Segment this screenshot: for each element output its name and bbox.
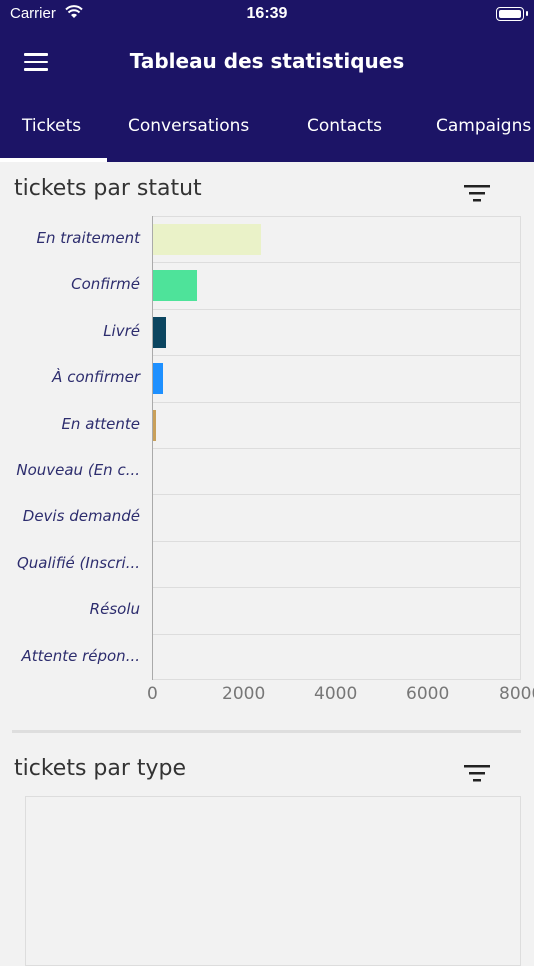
card-title: tickets par type [14, 756, 187, 781]
battery-icon [496, 7, 524, 21]
grid-line [152, 448, 521, 449]
page-title: Tableau des statistiques [129, 49, 405, 73]
grid-line [152, 540, 521, 542]
grid-line [152, 587, 521, 589]
grid-line [152, 633, 521, 635]
y-tick-label: Confirmé [71, 275, 140, 294]
bar[interactable] [153, 224, 262, 255]
grid-line [152, 494, 521, 496]
filter-icon[interactable] [464, 764, 490, 788]
y-tick-label: En attente [61, 414, 140, 433]
grid-line [152, 308, 521, 310]
app-bar: Tableau des statistiques [0, 28, 534, 96]
x-tick-label: 4000 [314, 684, 358, 704]
tickets-by-type-card: tickets par type [0, 742, 534, 966]
tab-contacts[interactable]: Contacts [307, 116, 382, 136]
clock: 16:39 [246, 5, 288, 22]
x-tick-label: 8000 [499, 684, 534, 704]
bar[interactable] [153, 270, 198, 302]
grid-line [152, 401, 521, 403]
x-tick-label: 0 [147, 684, 158, 704]
tab-tickets[interactable]: Tickets [22, 116, 81, 136]
tab-conversations[interactable]: Conversations [128, 116, 249, 136]
bar[interactable] [153, 409, 156, 441]
type-chart-area [25, 796, 521, 966]
status-bar-chart: En traitement Confirmé Livré À confirmer En … [0, 162, 534, 722]
y-tick-label: Résolu [89, 600, 140, 619]
y-tick-label: En traitement [36, 229, 141, 247]
battery-tip [526, 11, 528, 16]
y-tick-label: À confirmer [52, 368, 140, 387]
tab-bar: Tickets Conversations Contacts Campaigns [0, 96, 534, 162]
y-tick-label: Attente répon... [21, 646, 140, 665]
grid-line [152, 355, 521, 357]
bar[interactable] [153, 363, 164, 395]
bar[interactable] [153, 316, 167, 348]
tickets-by-status-card: tickets par statut En traitement Confirmé… [0, 162, 534, 722]
x-tick-label: 2000 [222, 684, 266, 704]
section-divider [12, 730, 521, 733]
status-bar: Carrier 16:39 [0, 0, 534, 28]
x-tick-label: 6000 [406, 684, 450, 704]
y-tick-label: Qualifié (Inscri... [16, 553, 140, 572]
y-tick-label: Devis demandé [22, 507, 140, 526]
grid-line [152, 262, 521, 264]
tab-campaigns[interactable]: Campaigns [436, 116, 531, 136]
y-tick-label: Livré [103, 321, 140, 340]
y-tick-label: Nouveau (En c... [16, 461, 140, 479]
